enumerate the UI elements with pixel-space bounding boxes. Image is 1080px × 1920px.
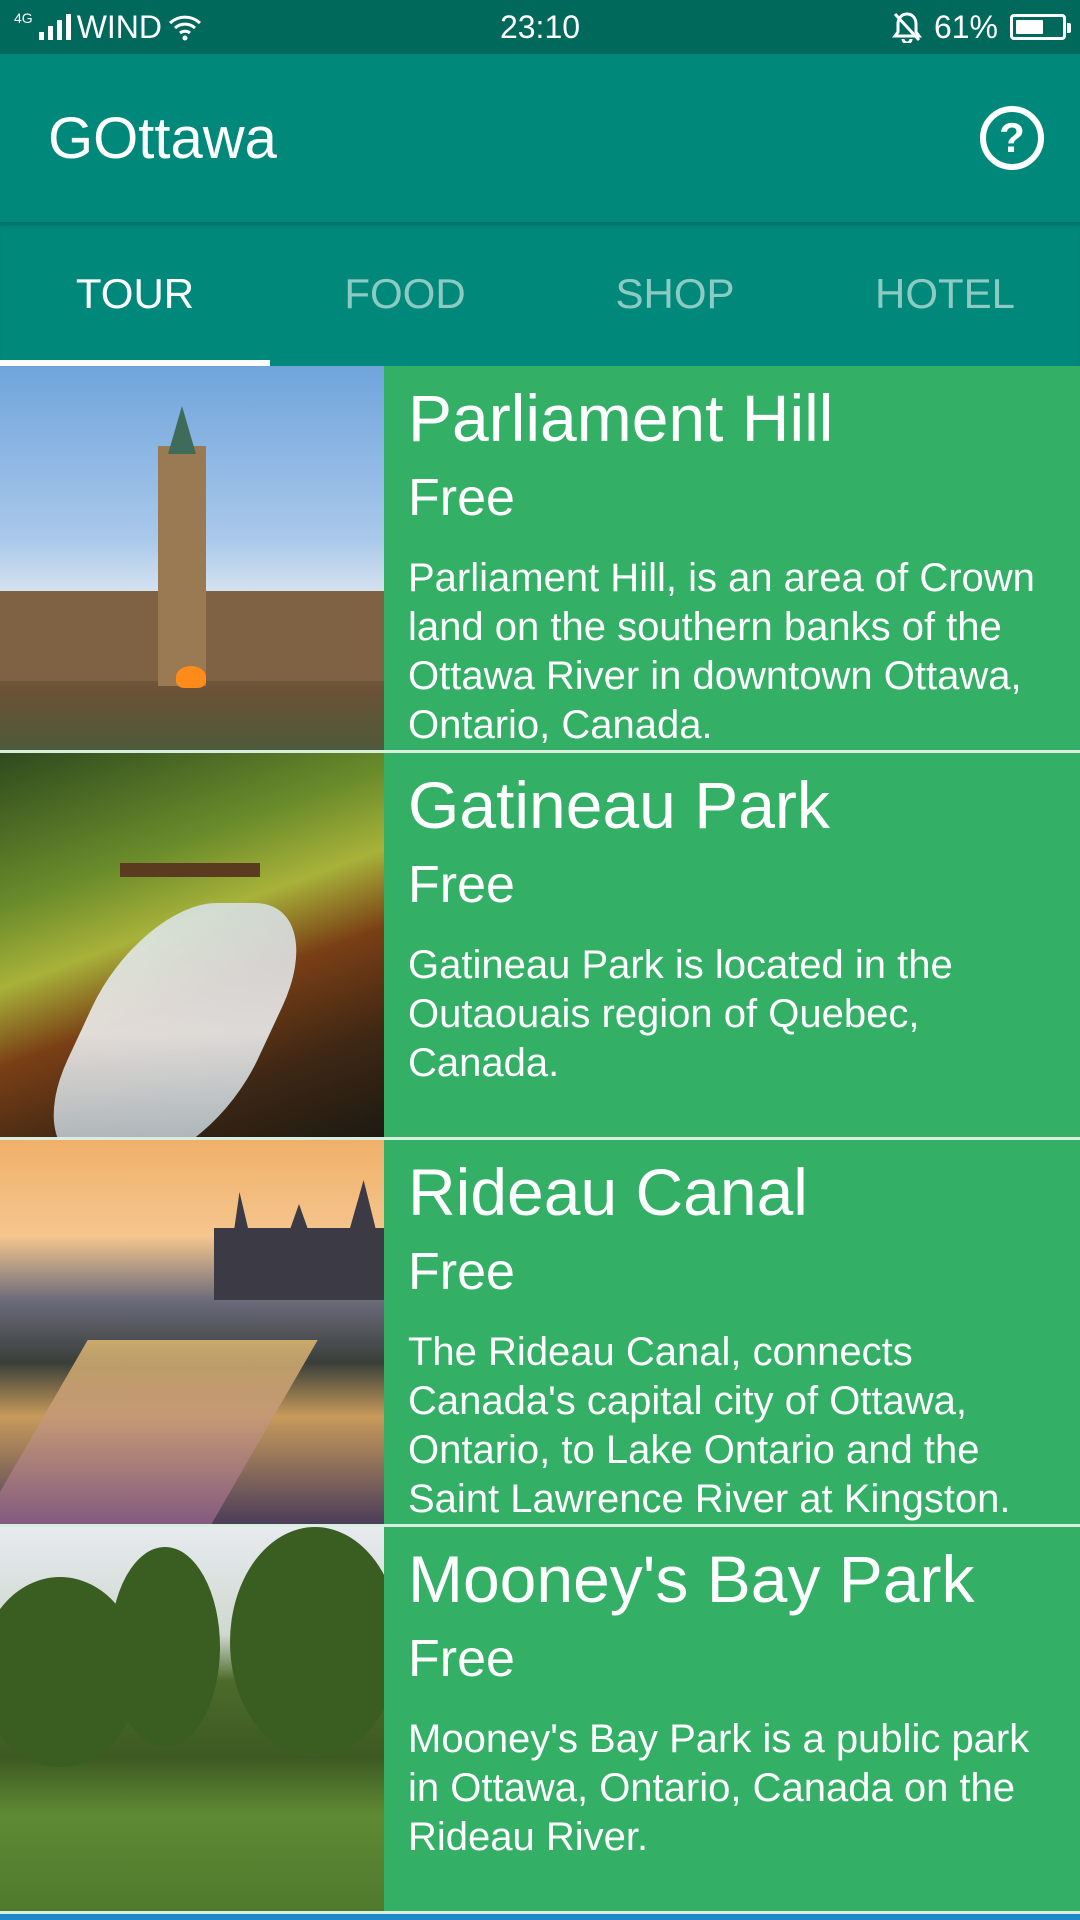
place-list: Parliament Hill Free Parliament Hill, is… bbox=[0, 366, 1080, 1914]
tab-food[interactable]: FOOD bbox=[270, 222, 540, 366]
place-price: Free bbox=[408, 469, 515, 527]
place-image bbox=[0, 1140, 384, 1524]
tab-shop[interactable]: SHOP bbox=[540, 222, 810, 366]
place-price: Free bbox=[408, 856, 515, 914]
place-description: The Rideau Canal, connects Canada's capi… bbox=[408, 1330, 1011, 1521]
place-price: Free bbox=[408, 1243, 515, 1301]
battery-level bbox=[1016, 20, 1043, 34]
place-description: Gatineau Park is located in the Outaouai… bbox=[408, 943, 953, 1085]
status-bar: 4G WIND 23:10 61% bbox=[0, 0, 1080, 54]
place-image bbox=[0, 753, 384, 1137]
tab-bar: TOUR FOOD SHOP HOTEL bbox=[0, 222, 1080, 366]
app-bar: GOttawa ? bbox=[0, 54, 1080, 222]
battery-percent: 61% bbox=[933, 8, 998, 45]
tab-tour[interactable]: TOUR bbox=[0, 222, 270, 366]
place-price: Free bbox=[408, 1630, 515, 1688]
place-name: Parliament Hill bbox=[408, 381, 834, 455]
place-image bbox=[0, 366, 384, 750]
tab-hotel[interactable]: HOTEL bbox=[810, 222, 1080, 366]
place-name: Mooney's Bay Park bbox=[408, 1542, 975, 1616]
list-item[interactable]: Gatineau Park Free Gatineau Park is loca… bbox=[0, 753, 1080, 1140]
notifications-off-icon bbox=[891, 12, 922, 43]
list-item[interactable]: Mooney's Bay Park Free Mooney's Bay Park… bbox=[0, 1527, 1080, 1914]
help-button[interactable]: ? bbox=[980, 106, 1044, 170]
clock: 23:10 bbox=[499, 8, 581, 45]
list-item[interactable]: Rideau Canal Free The Rideau Canal, conn… bbox=[0, 1140, 1080, 1527]
battery-icon bbox=[1010, 14, 1071, 40]
list-item[interactable]: Parliament Hill Free Parliament Hill, is… bbox=[0, 366, 1080, 753]
app-title: GOttawa bbox=[48, 105, 277, 171]
place-name: Gatineau Park bbox=[408, 768, 830, 842]
place-image bbox=[0, 1527, 384, 1911]
place-description: Mooney's Bay Park is a public park in Ot… bbox=[408, 1717, 1030, 1859]
place-name: Rideau Canal bbox=[408, 1155, 808, 1229]
next-list-item-edge bbox=[0, 1914, 1080, 1920]
place-description: Parliament Hill, is an area of Crown lan… bbox=[408, 556, 1035, 747]
help-circle-icon: ? bbox=[999, 114, 1025, 161]
